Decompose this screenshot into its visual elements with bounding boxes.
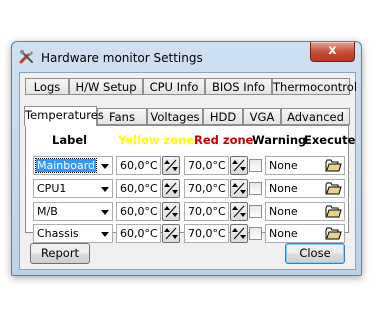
tab-voltages[interactable]: Voltages bbox=[147, 108, 203, 125]
tools-icon bbox=[19, 50, 33, 64]
tab-cpu-info[interactable]: CPU Info bbox=[143, 78, 205, 95]
label-combo[interactable]: M/B bbox=[33, 202, 113, 221]
window-title: Hardware monitor Settings bbox=[41, 51, 203, 65]
settings-window: Hardware monitor Settings x Logs H/W Set… bbox=[11, 41, 362, 276]
yellow-zone-spinner[interactable] bbox=[162, 224, 180, 243]
tab-fans[interactable]: Fans bbox=[97, 108, 147, 125]
execute-value: None bbox=[269, 227, 298, 240]
yellow-zone-field[interactable]: 60,0°C bbox=[116, 224, 161, 243]
execute-value: None bbox=[269, 182, 298, 195]
execute-field[interactable]: None bbox=[265, 224, 345, 243]
spinner-arrows-icon bbox=[164, 227, 178, 240]
dropdown-arrow-icon bbox=[101, 232, 109, 237]
spinner-arrows-icon bbox=[232, 182, 246, 195]
warning-checkbox[interactable] bbox=[249, 159, 262, 172]
dialog-client-area: Logs H/W Setup CPU Info BIOS Info Thermo… bbox=[19, 72, 357, 270]
sensor-row: Chassis 60,0°C 70,0°C None bbox=[26, 224, 348, 244]
execute-value: None bbox=[269, 159, 298, 172]
open-folder-icon[interactable] bbox=[325, 181, 342, 196]
header-label: Label bbox=[52, 133, 88, 147]
warning-checkbox[interactable] bbox=[249, 227, 262, 240]
label-value: CPU1 bbox=[37, 182, 67, 195]
label-combo[interactable]: Chassis bbox=[33, 224, 113, 243]
sensor-row: Mainboard 60,0°C 70,0°C None bbox=[26, 156, 348, 176]
spinner-arrows-icon bbox=[164, 205, 178, 218]
spinner-arrows-icon bbox=[232, 227, 246, 240]
red-zone-spinner[interactable] bbox=[230, 156, 248, 175]
tab-hw-setup[interactable]: H/W Setup bbox=[69, 78, 143, 95]
tab-bios-info[interactable]: BIOS Info bbox=[205, 78, 272, 95]
red-zone-spinner[interactable] bbox=[230, 202, 248, 221]
open-folder-icon[interactable] bbox=[325, 226, 342, 241]
title-bar[interactable]: Hardware monitor Settings x bbox=[12, 42, 361, 72]
open-folder-icon[interactable] bbox=[325, 158, 342, 173]
red-zone-field[interactable]: 70,0°C bbox=[184, 202, 229, 221]
open-folder-icon[interactable] bbox=[325, 204, 342, 219]
yellow-zone-spinner[interactable] bbox=[162, 202, 180, 221]
header-yellow-zone: Yellow zone bbox=[118, 133, 195, 147]
yellow-zone-spinner[interactable] bbox=[162, 179, 180, 198]
label-value: Chassis bbox=[37, 227, 79, 240]
temperatures-panel: Label Yellow zone Red zone Warning Execu… bbox=[25, 125, 355, 243]
tab-temperatures[interactable]: Temperatures bbox=[24, 106, 104, 126]
yellow-zone-spinner[interactable] bbox=[162, 156, 180, 175]
spinner-arrows-icon bbox=[232, 159, 246, 172]
red-zone-field[interactable]: 70,0°C bbox=[184, 179, 229, 198]
red-zone-field[interactable]: 70,0°C bbox=[184, 156, 229, 175]
dropdown-arrow-icon bbox=[101, 164, 109, 169]
red-zone-spinner[interactable] bbox=[230, 224, 248, 243]
header-warning: Warning bbox=[252, 133, 307, 147]
dropdown-arrow-icon bbox=[101, 210, 109, 215]
yellow-zone-field[interactable]: 60,0°C bbox=[116, 202, 161, 221]
label-combo[interactable]: Mainboard bbox=[33, 156, 113, 175]
sensor-row: CPU1 60,0°C 70,0°C None bbox=[26, 179, 348, 199]
execute-field[interactable]: None bbox=[265, 179, 345, 198]
tab-advanced[interactable]: Advanced bbox=[281, 108, 350, 125]
warning-checkbox[interactable] bbox=[249, 182, 262, 195]
spinner-arrows-icon bbox=[232, 205, 246, 218]
label-value: M/B bbox=[37, 205, 58, 218]
execute-field[interactable]: None bbox=[265, 156, 345, 175]
label-value: Mainboard bbox=[34, 158, 98, 173]
tab-logs[interactable]: Logs bbox=[25, 78, 69, 95]
report-button[interactable]: Report bbox=[30, 243, 90, 264]
execute-value: None bbox=[269, 205, 298, 218]
header-red-zone: Red zone bbox=[194, 133, 254, 147]
window-close-button[interactable]: x bbox=[310, 42, 355, 62]
red-zone-spinner[interactable] bbox=[230, 179, 248, 198]
warning-checkbox[interactable] bbox=[249, 205, 262, 218]
tab-hdd[interactable]: HDD bbox=[203, 108, 243, 125]
spinner-arrows-icon bbox=[164, 182, 178, 195]
spinner-arrows-icon bbox=[164, 159, 178, 172]
dropdown-arrow-icon bbox=[101, 187, 109, 192]
yellow-zone-field[interactable]: 60,0°C bbox=[116, 156, 161, 175]
execute-field[interactable]: None bbox=[265, 202, 345, 221]
header-execute: Execute bbox=[304, 133, 356, 147]
close-button[interactable]: Close bbox=[285, 243, 345, 264]
yellow-zone-field[interactable]: 60,0°C bbox=[116, 179, 161, 198]
label-combo[interactable]: CPU1 bbox=[33, 179, 113, 198]
red-zone-field[interactable]: 70,0°C bbox=[184, 224, 229, 243]
tab-vga[interactable]: VGA bbox=[243, 108, 281, 125]
tab-thermocontrol[interactable]: Thermocontrol bbox=[272, 78, 357, 95]
sensor-row: M/B 60,0°C 70,0°C None bbox=[26, 202, 348, 222]
